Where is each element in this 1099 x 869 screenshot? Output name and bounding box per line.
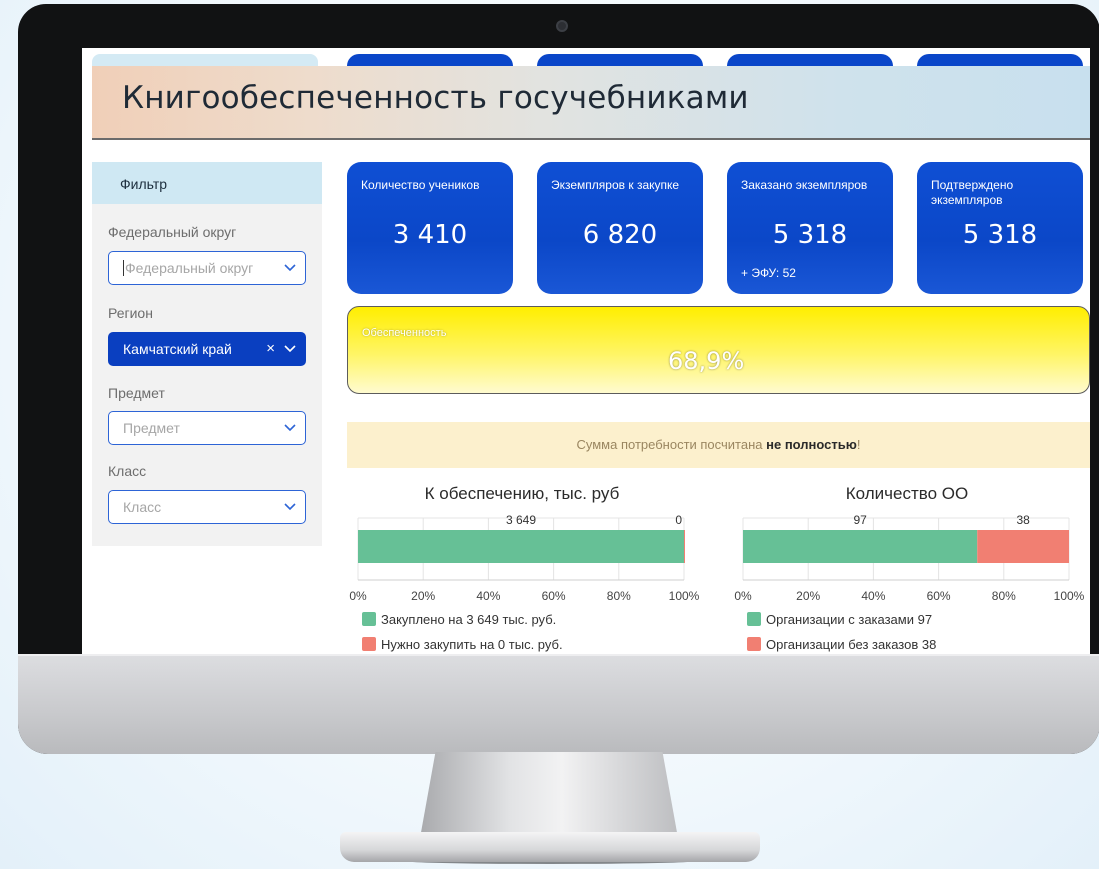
tick-label: 40% xyxy=(476,589,500,603)
data-label: 38 xyxy=(1016,513,1030,527)
data-label: 97 xyxy=(853,513,867,527)
region-select[interactable]: Камчатский край × xyxy=(108,332,306,366)
provision-label: Обеспеченность xyxy=(362,327,447,339)
legend-swatch xyxy=(362,612,376,626)
kpi-value: 5 318 xyxy=(772,220,848,250)
tick-label: 0% xyxy=(349,589,367,603)
page-title: Книгообеспеченность госучебниками xyxy=(122,80,749,116)
filter-panel: Фильтр Федеральный округ Федеральный окр… xyxy=(92,162,322,546)
dashboard-screen: Книгообеспеченность госучебниками Фильтр… xyxy=(82,48,1090,654)
tick-label: 20% xyxy=(411,589,435,603)
tick-label: 0% xyxy=(734,589,752,603)
federal-district-placeholder: Федеральный округ xyxy=(125,260,254,276)
data-label: 3 649 xyxy=(506,513,536,527)
kpi-value: 5 318 xyxy=(962,220,1038,250)
tick-label: 80% xyxy=(992,589,1016,603)
filter-label-region: Регион xyxy=(108,305,153,321)
kpi-value: 6 820 xyxy=(582,220,658,250)
tick-label: 100% xyxy=(669,589,700,603)
kpi-card-confirmed: Подтверждено экземпляров 5 318 xyxy=(917,162,1083,294)
subject-select[interactable]: Предмет xyxy=(108,411,306,445)
legend-label: Организации без заказов 38 xyxy=(766,637,937,652)
monitor-chin xyxy=(18,654,1099,754)
warning-notice: Сумма потребности посчитана не полностью… xyxy=(347,422,1090,468)
federal-district-select[interactable]: Федеральный округ xyxy=(108,251,306,285)
bar-segment xyxy=(684,530,685,563)
notice-tail: ! xyxy=(856,437,861,452)
legend-label: Организации с заказами 97 xyxy=(766,612,933,627)
chevron-down-icon[interactable] xyxy=(283,342,297,356)
chart-provision-svg: 3 649 0 0% 20% 40% 60% 80% 100% xyxy=(349,513,699,603)
kpi-label: Подтверждено экземпляров xyxy=(931,178,1014,207)
legend-label: Закуплено на 3 649 тыс. руб. xyxy=(381,612,557,627)
grade-placeholder: Класс xyxy=(123,499,162,515)
legend-swatch xyxy=(362,637,376,651)
region-selected-value: Камчатский край xyxy=(123,341,232,357)
legend-swatch xyxy=(747,612,761,626)
notice-emphasis: не полностью xyxy=(766,437,857,452)
filter-panel-title: Фильтр xyxy=(92,162,322,204)
legend-item[interactable]: Организации без заказов 38 xyxy=(747,637,936,652)
tick-label: 40% xyxy=(861,589,885,603)
data-label: 0 xyxy=(675,513,682,527)
clear-icon[interactable]: × xyxy=(266,340,275,357)
tick-label: 20% xyxy=(796,589,820,603)
kpi-sub-value: + ЭФУ: 52 xyxy=(741,266,796,280)
monitor-stand xyxy=(420,752,678,838)
chart-organizations-svg: 97 38 0% 20% 40% 60% 80% 100% xyxy=(734,513,1084,603)
monitor-frame: Книгообеспеченность госучебниками Фильтр… xyxy=(18,4,1099,754)
filter-label-subject: Предмет xyxy=(108,385,165,401)
provision-panel: Обеспеченность 68,9% xyxy=(347,306,1090,394)
chevron-down-icon[interactable] xyxy=(283,421,297,435)
bar-segment xyxy=(743,530,978,563)
provision-value: 68,9% xyxy=(668,347,745,375)
tick-label: 60% xyxy=(927,589,951,603)
kpi-card-ordered: Заказано экземпляров 5 318 + ЭФУ: 52 xyxy=(727,162,893,294)
grade-select[interactable]: Класс xyxy=(108,490,306,524)
bar-segment xyxy=(358,530,684,563)
camera-icon xyxy=(556,20,568,32)
chart-provision: К обеспечению, тыс. руб 3 649 0 0% 20% 40% 60… xyxy=(349,478,699,654)
kpi-card-to-purchase: Экземпляров к закупке 6 820 xyxy=(537,162,703,294)
bar-segment xyxy=(977,530,1069,563)
tick-label: 100% xyxy=(1054,589,1085,603)
kpi-label: Количество учеников xyxy=(361,178,480,192)
kpi-value: 3 410 xyxy=(392,220,468,250)
chevron-down-icon[interactable] xyxy=(283,261,297,275)
legend-swatch xyxy=(747,637,761,651)
notice-text: Сумма потребности посчитана xyxy=(576,437,767,452)
tick-label: 80% xyxy=(607,589,631,603)
kpi-label: Экземпляров к закупке xyxy=(551,178,680,192)
legend-label: Нужно закупить на 0 тыс. руб. xyxy=(381,637,563,652)
chevron-down-icon[interactable] xyxy=(283,500,297,514)
legend-item[interactable]: Закуплено на 3 649 тыс. руб. xyxy=(362,612,556,627)
legend-item[interactable]: Нужно закупить на 0 тыс. руб. xyxy=(362,637,563,652)
monitor-base xyxy=(340,832,760,862)
kpi-card-students: Количество учеников 3 410 xyxy=(347,162,513,294)
subject-placeholder: Предмет xyxy=(123,420,180,436)
kpi-label: Заказано экземпляров xyxy=(741,178,868,192)
page-header: Книгообеспеченность госучебниками xyxy=(92,66,1090,140)
filter-label-grade: Класс xyxy=(108,463,147,479)
legend-item[interactable]: Организации с заказами 97 xyxy=(747,612,932,627)
filter-label-federal-district: Федеральный округ xyxy=(108,224,237,240)
text-cursor xyxy=(123,260,124,276)
chart-organizations: Количество ОО 97 38 0% 20% 40% 60% 80% 100% Орг… xyxy=(734,478,1084,654)
tick-label: 60% xyxy=(542,589,566,603)
